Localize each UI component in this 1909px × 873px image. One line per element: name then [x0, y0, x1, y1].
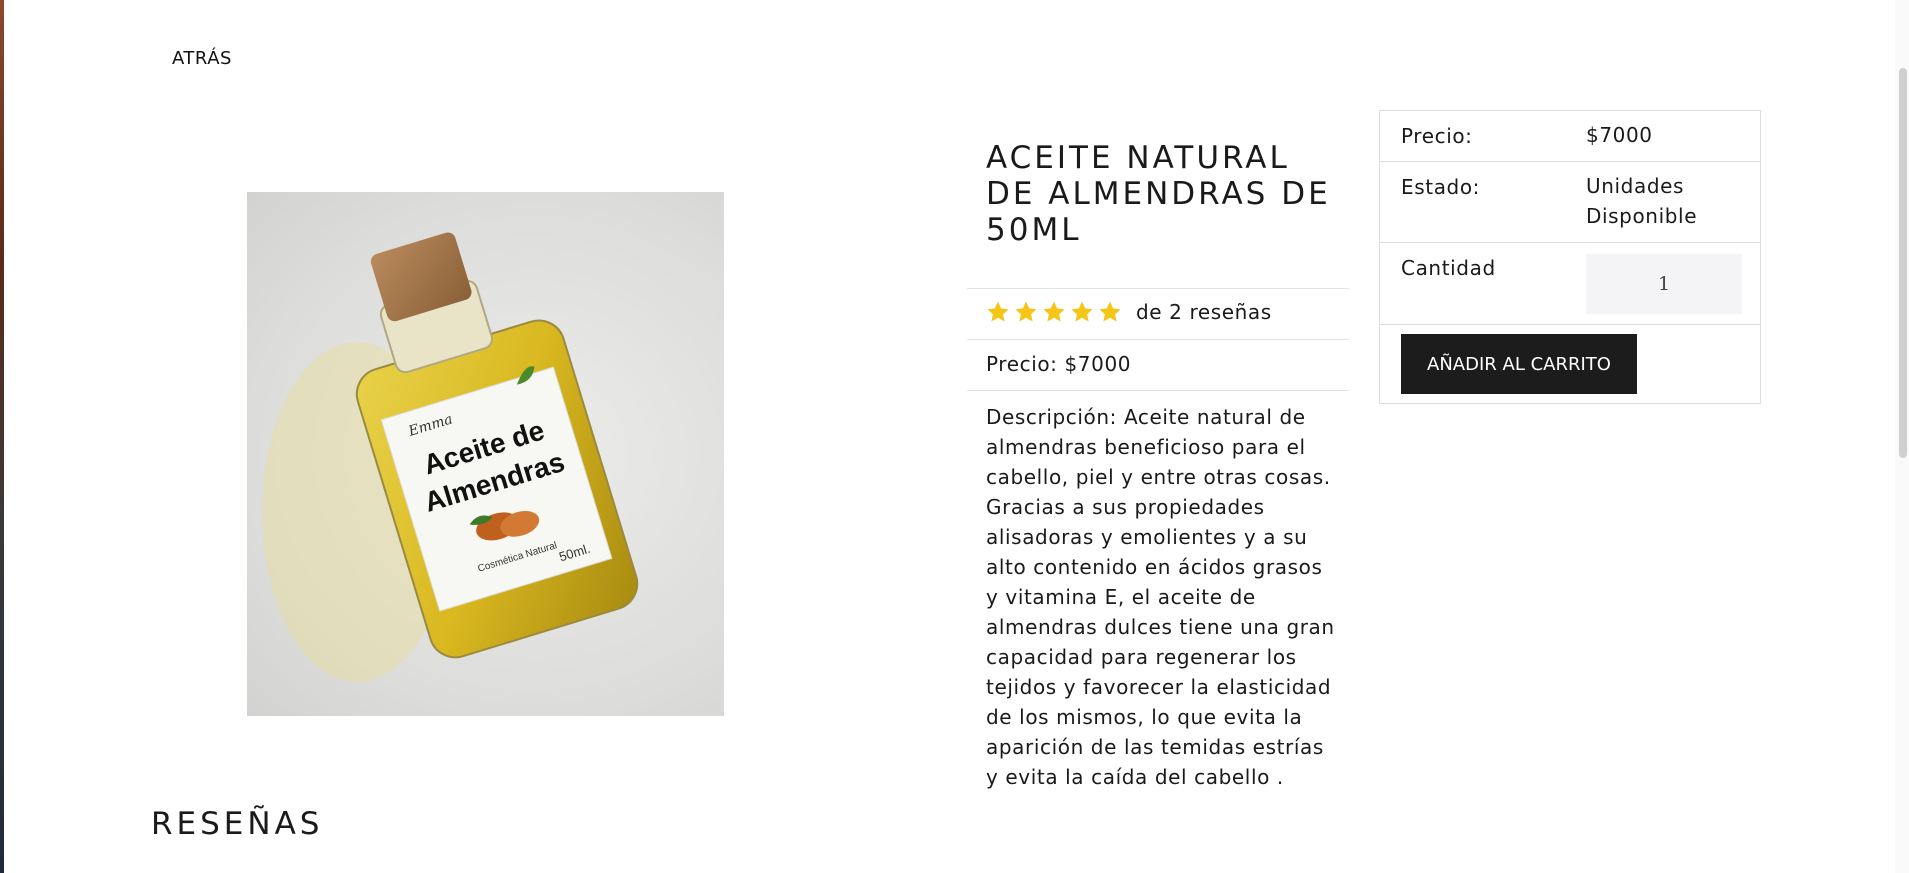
product-image: Emma Aceite de Almendras Cosmética Natur… [247, 192, 724, 716]
reviews-heading: RESEÑAS [151, 806, 324, 842]
status-label: Estado: [1401, 175, 1481, 199]
star-icon [987, 301, 1009, 322]
quantity-row: Cantidad [1380, 243, 1760, 325]
add-to-cart-button[interactable]: AÑADIR AL CARRITO [1401, 334, 1637, 394]
status-row: Estado: Unidades Disponible [1380, 162, 1760, 243]
quantity-label: Cantidad [1401, 256, 1496, 280]
divider [967, 390, 1349, 391]
back-link[interactable]: ATRÁS [172, 48, 232, 69]
quantity-input[interactable] [1586, 254, 1742, 314]
divider [967, 288, 1349, 289]
scrollbar-thumb[interactable] [1899, 68, 1907, 458]
rating: de 2 reseñas [986, 300, 1272, 324]
rating-stars [986, 300, 1126, 324]
oil-bottle-photo: Emma Aceite de Almendras Cosmética Natur… [262, 232, 639, 682]
product-title: ACEITE NATURAL DE ALMENDRAS DE 50ML [986, 140, 1331, 248]
star-icon [1015, 301, 1037, 322]
star-icon [1043, 301, 1065, 322]
price-value: $7000 [1586, 123, 1653, 147]
product-description: Descripción: Aceite natural de almendras… [986, 405, 1335, 789]
price-text: Precio: $7000 [986, 352, 1132, 376]
status-value: Unidades Disponible [1586, 174, 1698, 228]
purchase-box: Precio: $7000 Estado: Unidades Disponibl… [1379, 110, 1761, 404]
star-icon [1099, 301, 1121, 322]
reviews-count[interactable]: de 2 reseñas [1136, 300, 1272, 324]
scrollbar[interactable] [1895, 0, 1909, 873]
price-row: Precio: $7000 [1380, 111, 1760, 162]
star-icon [1071, 301, 1093, 322]
window-edge [0, 0, 4, 873]
divider [967, 339, 1349, 340]
price-label: Precio: [1401, 124, 1473, 148]
